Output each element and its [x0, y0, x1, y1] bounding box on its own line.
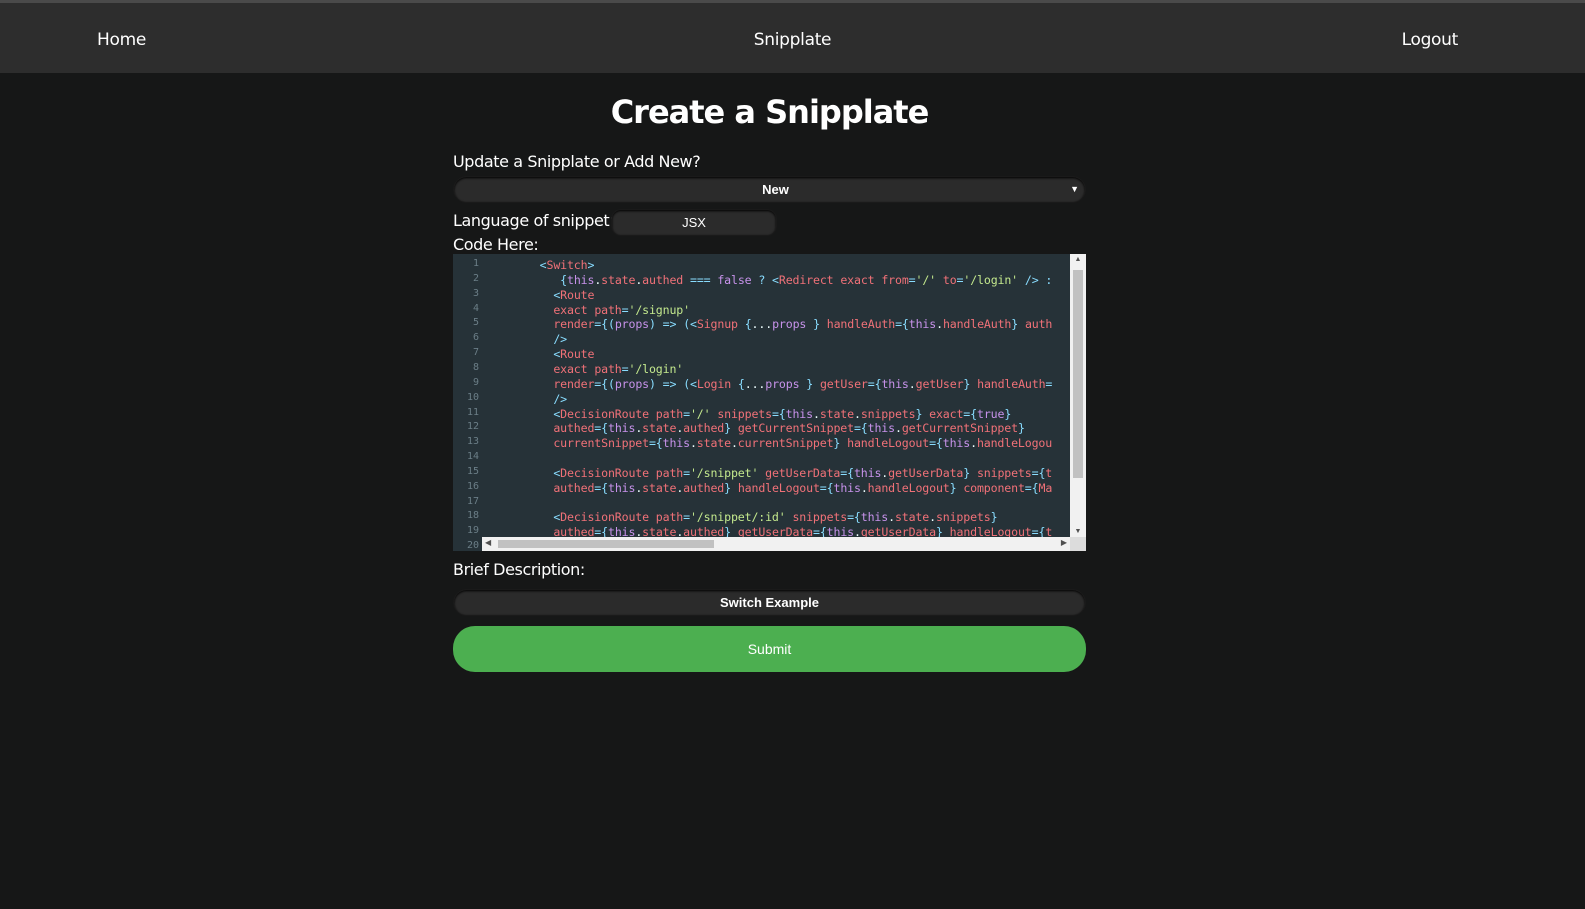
line-number: 13	[466, 436, 479, 448]
code-line: />	[553, 391, 567, 406]
nav-home-link[interactable]: Home	[97, 30, 146, 50]
line-number: 9	[472, 376, 479, 388]
code-line: {this.state.authed === false ? <Redirect…	[560, 272, 1053, 287]
line-number: 7	[472, 347, 479, 359]
code-line: authed={this.state.authed} getUserData={…	[553, 525, 1053, 537]
code-line: <Route	[553, 287, 595, 302]
code-area[interactable]: <Switch> {this.state.authed === false ? …	[485, 254, 1070, 537]
line-number: 3	[472, 287, 479, 299]
description-input[interactable]: Switch Example	[453, 589, 1086, 616]
scroll-up-icon[interactable]: ▲	[1070, 256, 1086, 263]
description-label: Brief Description:	[453, 560, 585, 579]
code-line: <DecisionRoute path='/snippet' getUserDa…	[553, 465, 1053, 480]
line-number: 19	[466, 525, 479, 537]
brand-title: Snipplate	[753, 30, 832, 50]
line-number: 1	[472, 258, 479, 269]
scroll-right-icon[interactable]: ▶	[1061, 538, 1067, 547]
line-number: 14	[466, 451, 479, 463]
language-input[interactable]: JSX	[611, 209, 777, 236]
scrollbar-corner	[1070, 537, 1086, 551]
code-line: render={(props) => (<Login {...props } g…	[553, 376, 1053, 391]
chevron-down-icon: ▼	[1070, 184, 1079, 194]
code-line: currentSnippet={this.state.currentSnippe…	[553, 436, 1053, 451]
nav-logout-link[interactable]: Logout	[1402, 30, 1459, 50]
line-number: 6	[472, 332, 479, 344]
line-number: 2	[472, 272, 479, 284]
code-line: render={(props) => (<Signup {...props } …	[553, 317, 1053, 332]
line-number: 18	[466, 510, 479, 522]
line-number: 10	[466, 391, 479, 403]
line-number: 11	[466, 406, 479, 418]
navbar: Snipplate Home Logout	[0, 3, 1585, 73]
code-line: <DecisionRoute path='/snippet/:id' snipp…	[553, 510, 998, 525]
language-label: Language of snippet:	[453, 211, 615, 230]
page-title: Create a Snipplate	[610, 93, 930, 131]
line-number: 15	[466, 465, 479, 477]
vertical-scrollbar[interactable]: ▲ ▼	[1070, 254, 1086, 537]
code-line: exact path='/login'	[553, 361, 684, 376]
scroll-down-icon[interactable]: ▼	[1070, 528, 1086, 535]
code-line: <Switch>	[539, 258, 595, 272]
vertical-scroll-thumb[interactable]	[1073, 270, 1083, 478]
line-number: 4	[472, 302, 479, 314]
line-number: 12	[466, 421, 479, 433]
line-number: 17	[466, 495, 479, 507]
code-line: />	[553, 332, 567, 347]
update-or-new-select[interactable]: New ▼	[453, 176, 1086, 203]
code-line: <Route	[553, 347, 595, 362]
update-select-value: New	[762, 182, 789, 197]
horizontal-scrollbar[interactable]: ◀ ▶	[482, 537, 1070, 551]
code-line: authed={this.state.authed} getCurrentSni…	[553, 421, 1025, 436]
code-label: Code Here:	[453, 235, 539, 254]
line-number: 20	[466, 540, 479, 551]
code-editor[interactable]: 1 2 3 4 5 6 7 8 9 10 11 12 13 14 15 16 17 18 19 20 <Switch>…	[453, 254, 1086, 551]
scroll-left-icon[interactable]: ◀	[485, 538, 491, 547]
update-select-label: Update a Snipplate or Add New?	[453, 152, 701, 171]
horizontal-scroll-thumb[interactable]	[498, 540, 714, 548]
line-number: 8	[472, 361, 479, 373]
code-line: authed={this.state.authed} handleLogout=…	[553, 480, 1053, 495]
code-line: exact path='/signup'	[553, 302, 690, 317]
line-number: 16	[466, 480, 479, 492]
line-number-gutter: 1 2 3 4 5 6 7 8 9 10 11 12 13 14 15 16 17 18 19 20	[453, 254, 485, 551]
code-line: <DecisionRoute path='/' snippets={this.s…	[553, 406, 1012, 421]
submit-button[interactable]: Submit	[453, 626, 1086, 672]
line-number: 5	[472, 317, 479, 329]
